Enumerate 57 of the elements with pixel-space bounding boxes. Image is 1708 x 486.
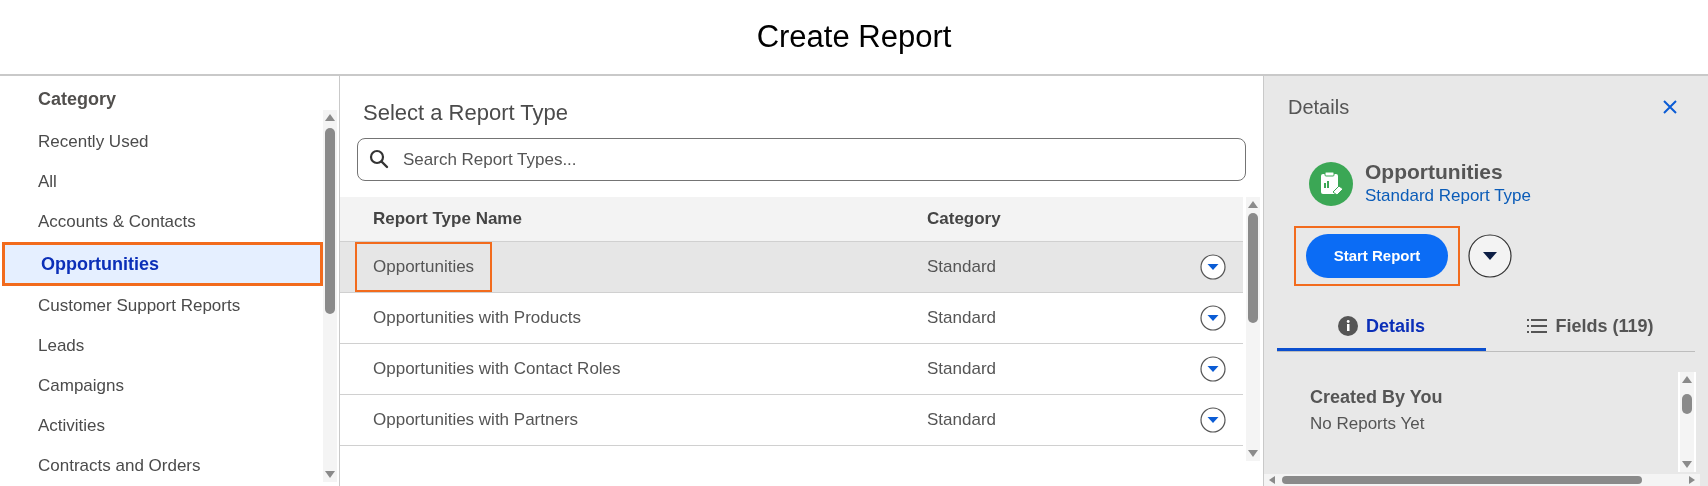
scroll-thumb[interactable] (325, 128, 335, 314)
dropdown-icon[interactable] (1200, 254, 1226, 280)
scrollbar[interactable] (1264, 474, 1700, 486)
section-heading: Select a Report Type (362, 99, 570, 127)
start-report-button[interactable]: Start Report (1306, 234, 1448, 278)
report-type-link[interactable]: Standard Report Type (1365, 184, 1531, 208)
table-cell: Opportunities (355, 242, 493, 292)
table-cell-text: Standard (927, 256, 997, 279)
search-field[interactable]: Search Report Types... (357, 138, 1246, 181)
report-type-icon (1309, 162, 1353, 206)
scrollbar[interactable] (1680, 372, 1694, 472)
panel-tab[interactable]: Fields (119) (1486, 304, 1695, 351)
table-cell-text: Standard (927, 358, 997, 381)
category-item[interactable]: Customer Support Reports (0, 286, 323, 326)
table-cell-text: Opportunities with Contact Roles (372, 358, 622, 381)
scroll-down-icon[interactable] (1680, 460, 1694, 470)
scroll-thumb[interactable] (1682, 394, 1692, 414)
info-icon (1338, 316, 1358, 336)
scroll-down-icon[interactable] (1246, 449, 1260, 459)
scroll-up-icon[interactable] (1680, 374, 1694, 384)
column-header: Report Type Name (372, 208, 523, 231)
category-item[interactable]: Recently Used (0, 122, 323, 162)
table-cell-text: Standard (927, 307, 997, 330)
panel-title: Details (1288, 94, 1350, 120)
scroll-thumb[interactable] (1248, 213, 1258, 323)
dropdown-icon[interactable] (1468, 233, 1512, 279)
page-title: Create Report (756, 17, 952, 56)
search-icon (369, 149, 389, 169)
scrollbar[interactable] (323, 110, 337, 482)
table-cell-text: Opportunities with Partners (372, 409, 580, 432)
category-item[interactable]: Accounts & Contacts (0, 202, 323, 242)
scroll-up-icon[interactable] (1246, 199, 1260, 209)
section-text: No Reports Yet (1310, 413, 1426, 435)
table-cell-text: Standard (927, 409, 997, 432)
category-item[interactable]: Activities (0, 406, 323, 446)
dropdown-icon[interactable] (1200, 356, 1226, 382)
scroll-down-icon[interactable] (323, 470, 337, 480)
category-item[interactable]: Contracts and Orders (0, 446, 323, 486)
close-icon[interactable] (1662, 98, 1678, 115)
scroll-left-icon[interactable] (1268, 475, 1276, 485)
section-heading: Created By You (1310, 386, 1444, 409)
category-item[interactable]: Opportunities (2, 242, 323, 286)
table-cell-text: Opportunities with Products (372, 307, 582, 330)
scroll-right-icon[interactable] (1688, 475, 1696, 485)
report-type-name: Opportunities (1365, 160, 1504, 184)
list-icon (1527, 318, 1548, 334)
sidebar-heading: Category (37, 88, 118, 111)
category-item[interactable]: Campaigns (0, 366, 323, 406)
dropdown-icon[interactable] (1200, 407, 1226, 433)
category-item[interactable]: Leads (0, 326, 323, 366)
scroll-up-icon[interactable] (323, 112, 337, 122)
table-row[interactable]: Opportunities Standard (340, 242, 1243, 293)
column-header: Category (927, 208, 1001, 231)
panel-tab[interactable]: Details (1277, 304, 1486, 351)
dropdown-icon[interactable] (1200, 305, 1226, 331)
category-item[interactable]: All (0, 162, 323, 202)
scrollbar[interactable] (1246, 197, 1260, 461)
